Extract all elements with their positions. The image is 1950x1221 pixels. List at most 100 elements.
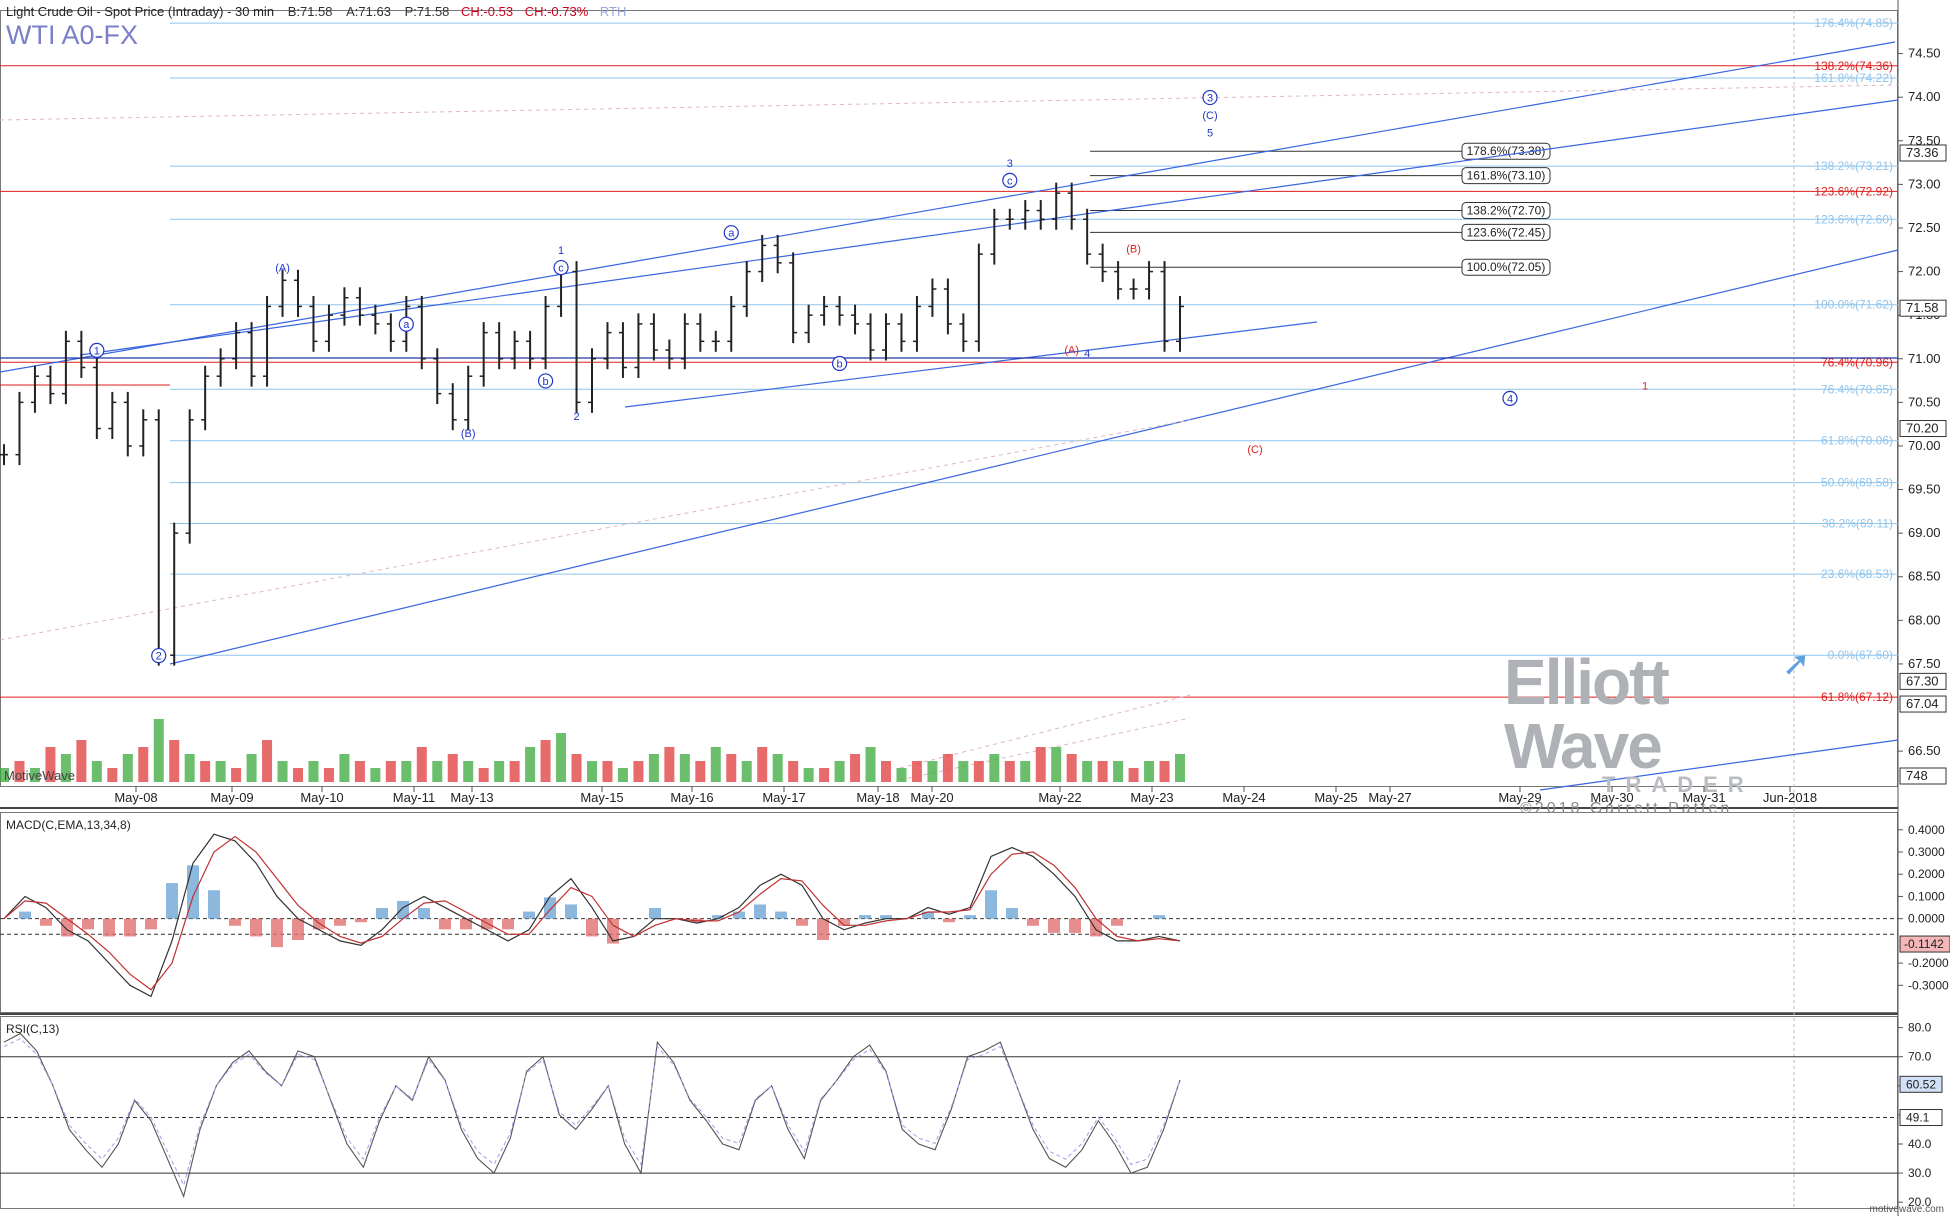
macd-histogram-bar bbox=[754, 904, 766, 919]
session-badge[interactable]: RTH bbox=[600, 4, 626, 19]
date-tick-label: May-27 bbox=[1368, 790, 1411, 805]
fib-level-label: 61.8%(70.06) bbox=[1821, 434, 1893, 448]
volume-bar bbox=[881, 761, 891, 782]
macd-histogram-bar bbox=[1027, 918, 1039, 926]
y-tick-label: 68.50 bbox=[1908, 569, 1941, 584]
rsi-value-tag-label: 49.1 bbox=[1906, 1111, 1930, 1125]
chart-stage[interactable]: 74.5074.0073.5073.0072.5072.0071.5071.00… bbox=[0, 0, 1950, 1216]
volume-bar bbox=[401, 761, 412, 782]
volume-bar bbox=[989, 754, 1000, 782]
macd-y-tick-label: 0.1000 bbox=[1908, 889, 1945, 903]
volume-bar bbox=[772, 754, 783, 782]
macd-histogram-bar bbox=[82, 918, 94, 930]
y-tick-label: 70.00 bbox=[1908, 438, 1941, 453]
price-tag-label: 70.20 bbox=[1906, 421, 1939, 436]
rsi-y-tick-label: 30.0 bbox=[1908, 1166, 1932, 1180]
chart-canvas[interactable]: 74.5074.0073.5073.0072.5072.0071.5071.00… bbox=[0, 0, 1950, 1216]
volume-bar bbox=[942, 754, 953, 782]
rsi-y-tick-label: 80.0 bbox=[1908, 1021, 1932, 1035]
volume-bar bbox=[494, 761, 505, 782]
extension-label: 123.6%(72.45) bbox=[1467, 225, 1546, 239]
macd-line bbox=[3, 833, 1181, 998]
volume-bar bbox=[416, 747, 427, 782]
wave-label: 1 bbox=[94, 345, 100, 357]
wave-label: (B) bbox=[461, 428, 476, 440]
rsi-line bbox=[3, 1032, 1181, 1199]
volume-bar bbox=[710, 747, 721, 782]
volume-bar bbox=[540, 740, 551, 782]
volume-bar bbox=[432, 761, 443, 782]
volume-bar bbox=[1159, 761, 1170, 782]
wave-label: b bbox=[543, 376, 549, 388]
y-tick-label: 72.50 bbox=[1908, 220, 1941, 235]
volume-bar bbox=[262, 740, 273, 782]
volume-bar bbox=[973, 761, 984, 782]
volume-bar bbox=[509, 761, 520, 782]
macd-histogram-bar bbox=[859, 915, 871, 919]
chart-title: Light Crude Oil - Spot Price (Intraday) … bbox=[6, 4, 275, 19]
macd-y-tick-label: -0.3000 bbox=[1908, 978, 1949, 992]
volume-bar bbox=[1144, 761, 1155, 782]
wave-label: 4 bbox=[1084, 348, 1090, 360]
date-tick-label: May-15 bbox=[580, 790, 623, 805]
wave-label: 5 bbox=[1207, 127, 1213, 139]
y-tick-label: 73.00 bbox=[1908, 176, 1941, 191]
extension-label: 161.8%(73.10) bbox=[1467, 169, 1546, 183]
date-tick-label: May-20 bbox=[910, 790, 953, 805]
volume-bar bbox=[385, 761, 396, 782]
price-tag-label: 67.30 bbox=[1906, 673, 1939, 688]
symbol-label: WTI A0-FX bbox=[6, 20, 139, 50]
macd-histogram-bar bbox=[250, 918, 262, 937]
volume-bar bbox=[525, 747, 536, 782]
wave-label: 4 bbox=[1507, 393, 1513, 405]
macd-histogram-bar bbox=[40, 918, 52, 926]
fib-level-label: 23.6%(68.53) bbox=[1821, 567, 1893, 581]
macd-histogram-bar bbox=[334, 918, 346, 926]
macd-histogram-bar bbox=[103, 918, 115, 937]
wave-label: 1 bbox=[558, 245, 564, 257]
guide-line bbox=[0, 84, 1899, 121]
volume-bar bbox=[153, 719, 164, 782]
fib-level-label: 161.8%(74.22) bbox=[1814, 71, 1893, 85]
rsi-y-tick-label: 70.0 bbox=[1908, 1050, 1932, 1064]
y-tick-label: 71.00 bbox=[1908, 351, 1941, 366]
macd-histogram-bar bbox=[943, 918, 955, 923]
rsi-signal-line bbox=[3, 1038, 1181, 1187]
volume-bar bbox=[447, 754, 458, 782]
volume-bar bbox=[184, 754, 195, 782]
volume-bar bbox=[1175, 754, 1185, 782]
website-label: motivewave.com bbox=[1869, 1204, 1944, 1215]
rsi-value-tag-label: 60.52 bbox=[1906, 1077, 1936, 1091]
date-tick-label: May-22 bbox=[1038, 790, 1081, 805]
wave-label: 1 bbox=[1642, 380, 1648, 392]
macd-y-tick-label: 0.2000 bbox=[1908, 867, 1945, 881]
y-tick-label: 69.50 bbox=[1908, 482, 1941, 497]
volume-bar bbox=[463, 761, 474, 782]
date-tick-label: May-18 bbox=[856, 790, 899, 805]
volume-bar bbox=[834, 761, 845, 782]
guide-line bbox=[0, 419, 1191, 641]
y-tick-label: 66.50 bbox=[1908, 743, 1941, 758]
volume-bar bbox=[741, 761, 752, 782]
price-tag-label: 67.04 bbox=[1906, 696, 1939, 711]
volume-bar bbox=[215, 761, 226, 782]
y-tick-label: 67.50 bbox=[1908, 656, 1941, 671]
macd-panel-title: MACD(C,EMA,13,34,8) bbox=[6, 818, 131, 832]
volume-bar bbox=[617, 768, 628, 782]
fib-level-label: 38.2%(69.11) bbox=[1822, 517, 1893, 531]
wave-label: 3 bbox=[1007, 158, 1013, 170]
date-tick-label: May-08 bbox=[114, 790, 157, 805]
fib-level-label-red: 61.8%(67.12) bbox=[1821, 690, 1893, 704]
volume-bar bbox=[788, 761, 799, 782]
macd-histogram-bar bbox=[796, 918, 808, 926]
macd-histogram-bar bbox=[124, 918, 136, 937]
volume-bar bbox=[308, 761, 319, 782]
volume-bar bbox=[1097, 761, 1108, 782]
volume-bar bbox=[850, 754, 861, 782]
volume-bar bbox=[231, 768, 242, 782]
elliott-wave-trader-logo: Elliott Wave ➚ TRADER ©2018 Garrett Patt… bbox=[1504, 645, 1811, 818]
volume-bar bbox=[648, 754, 659, 782]
logo-wordmark: Elliott Wave bbox=[1504, 646, 1670, 782]
volume-bar bbox=[339, 754, 350, 782]
macd-histogram-bar bbox=[964, 915, 976, 919]
